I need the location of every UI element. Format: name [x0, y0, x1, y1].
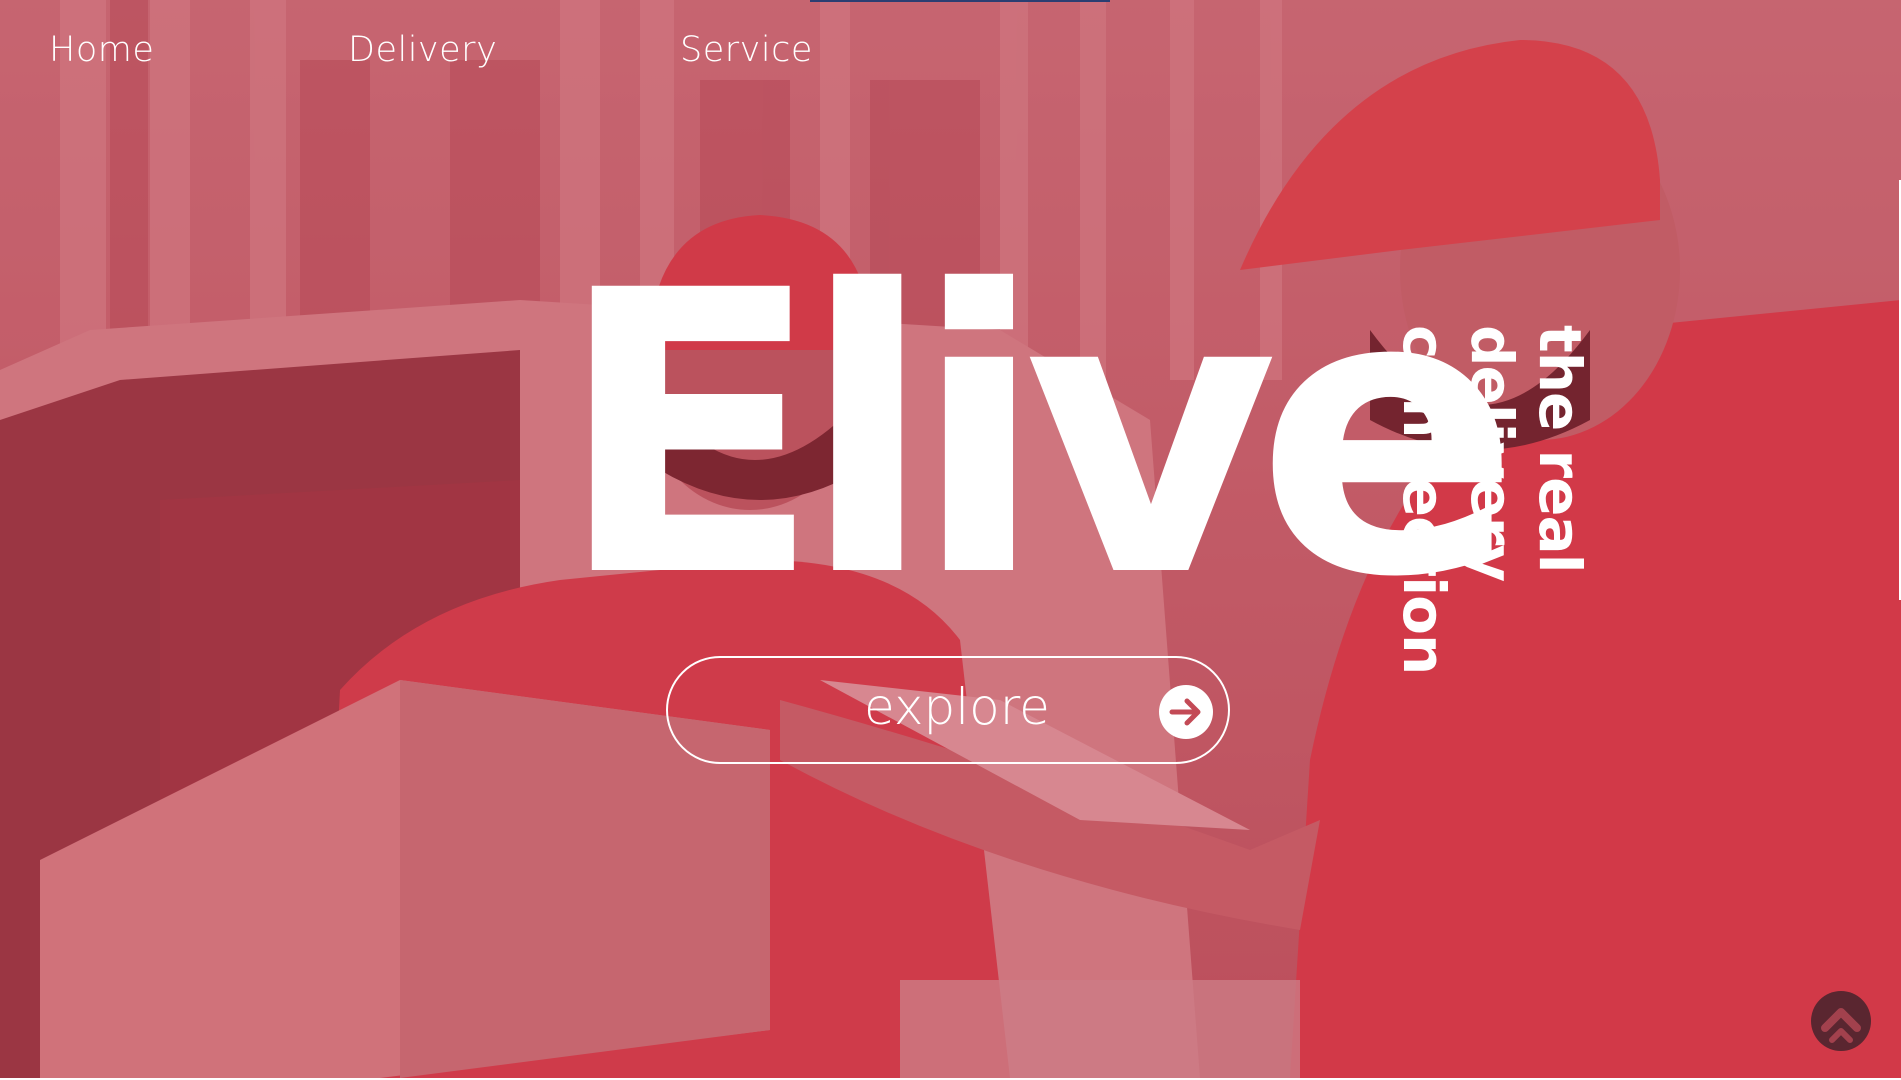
tagline-line-1: the real [1526, 325, 1594, 573]
hero-section: Home Delivery Service Elive the real del… [0, 0, 1901, 1078]
tagline-line-2: delivery [1458, 325, 1526, 582]
nav-link-home[interactable]: Home [49, 30, 154, 70]
brand-title: Elive [556, 208, 1521, 662]
nav-link-delivery[interactable]: Delivery [348, 30, 497, 70]
nav-link-service[interactable]: Service [680, 30, 813, 70]
main-nav: Home Delivery Service [0, 30, 1000, 80]
explore-button[interactable]: explore [666, 656, 1230, 764]
arrow-right-circle-icon [1159, 685, 1213, 739]
scroll-to-top-button[interactable] [1810, 990, 1872, 1052]
chevron-up-circle-icon [1811, 991, 1871, 1051]
explore-button-label: explore [864, 678, 1050, 736]
tagline: the real delivery connection [1390, 325, 1594, 674]
tagline-line-3: connection [1390, 325, 1458, 675]
top-accent-bar [810, 0, 1110, 2]
